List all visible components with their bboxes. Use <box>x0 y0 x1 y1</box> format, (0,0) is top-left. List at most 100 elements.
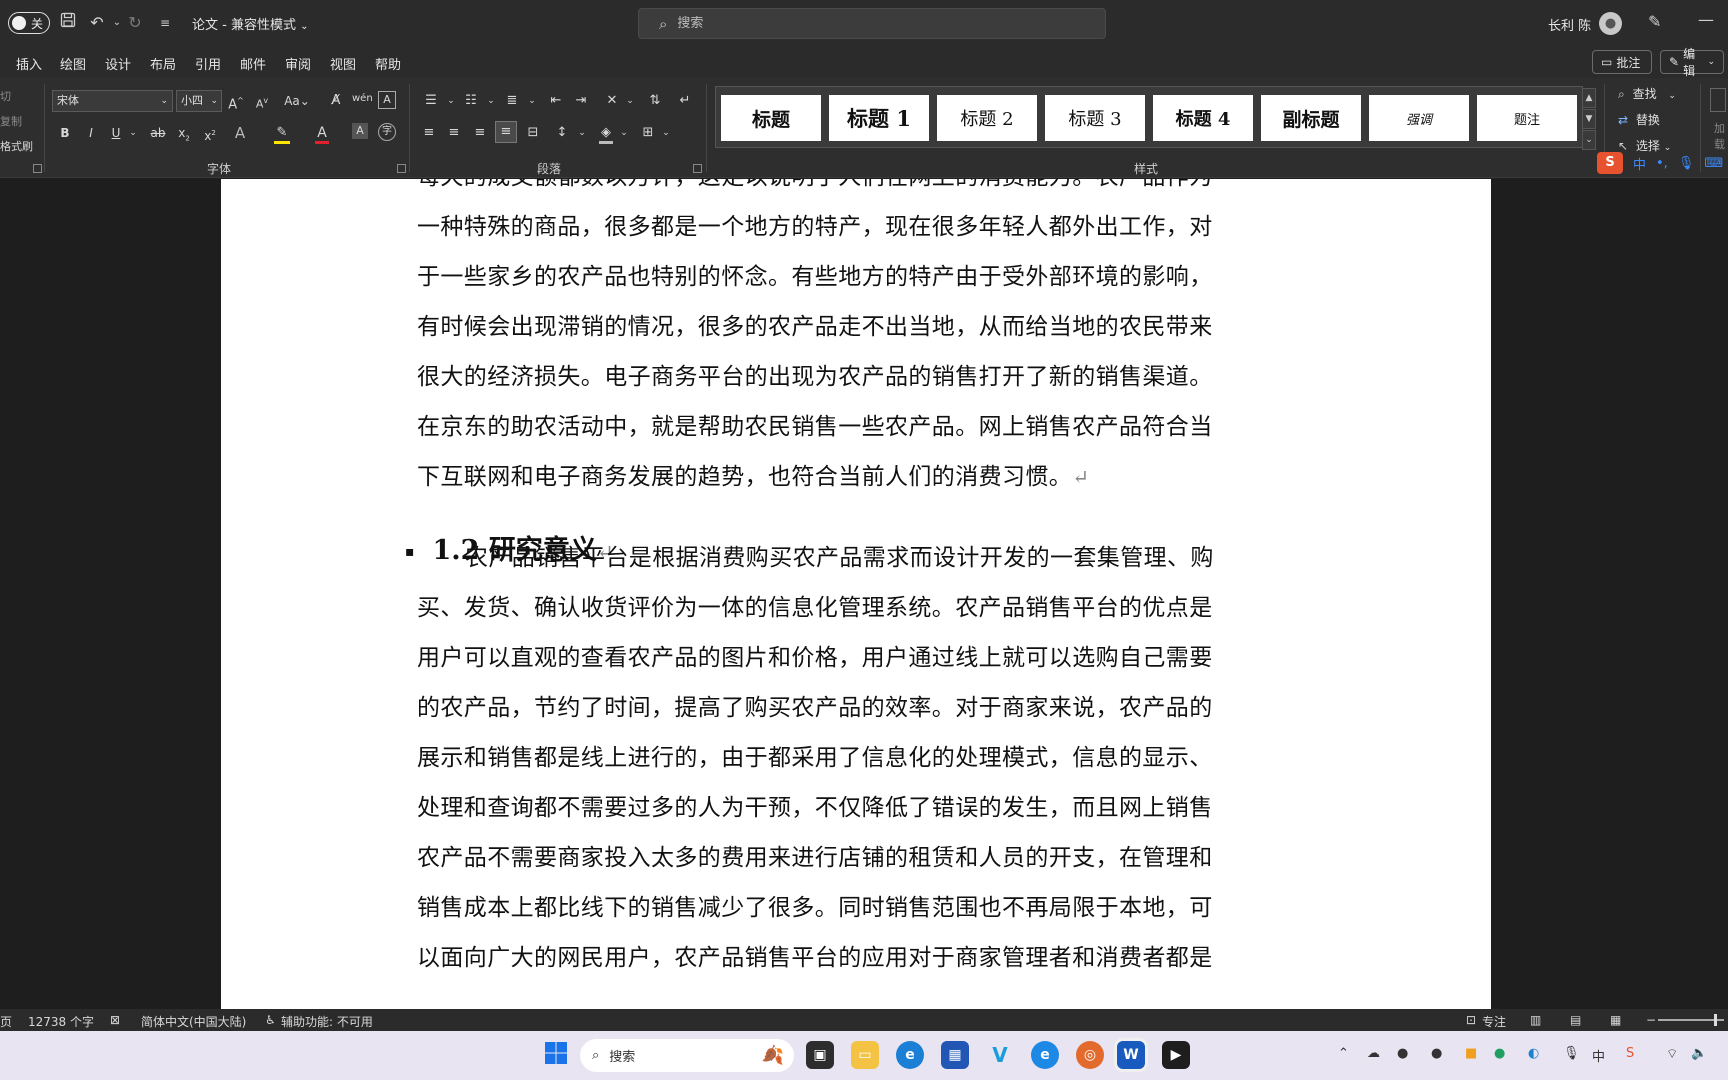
align-right-icon[interactable]: ≡ <box>470 123 490 143</box>
chevron-down-icon[interactable]: ⌄ <box>441 91 461 111</box>
format-painter-button[interactable]: 格式刷 <box>0 138 33 154</box>
highlight-icon[interactable]: ✎ <box>272 123 292 144</box>
italic-icon[interactable]: I <box>81 123 101 143</box>
tab-draw[interactable]: 绘图 <box>60 54 86 73</box>
mic-icon[interactable]: 🎙 <box>1563 1046 1580 1061</box>
chevron-up-icon[interactable]: ⌃ <box>1338 1046 1349 1061</box>
style-title[interactable]: 标题 <box>721 95 821 141</box>
zoom-out-icon[interactable]: − <box>1646 1013 1656 1027</box>
bullets-icon[interactable]: ☰ <box>421 91 441 111</box>
enclose-characters-icon[interactable]: 字 <box>378 123 396 141</box>
proofing-icon[interactable]: ⊠ <box>110 1013 120 1027</box>
clipboard-dialog-launcher[interactable] <box>33 164 42 173</box>
minimize-icon[interactable]: — <box>1698 10 1714 29</box>
search-box[interactable]: ⌕ <box>638 8 1106 39</box>
document-page[interactable]: 每天的成交额都数以万计，这足以说明了人们在网上的消费能力。农产品作为 一种特殊的… <box>221 179 1491 1009</box>
tab-help[interactable]: 帮助 <box>375 54 401 73</box>
subscript-icon[interactable]: x2 <box>174 123 194 148</box>
taskbar-search[interactable]: ⌕ 搜索 🍂 <box>580 1039 794 1072</box>
language-indicator[interactable]: 简体中文(中国大陆) <box>141 1013 246 1030</box>
focus-mode-button[interactable]: 专注 <box>1482 1013 1506 1030</box>
document-canvas[interactable]: 每天的成交额都数以万计，这足以说明了人们在网上的消费能力。农产品作为 一种特殊的… <box>0 179 1728 1009</box>
user-name[interactable]: 长利 陈 <box>1548 15 1591 34</box>
page-indicator[interactable]: 页 <box>0 1013 12 1030</box>
style-heading-2[interactable]: 标题 2 <box>937 95 1037 141</box>
edge-icon[interactable]: e <box>896 1041 924 1069</box>
tab-view[interactable]: 视图 <box>330 54 356 73</box>
chevron-down-icon[interactable]: ⌄ <box>481 91 501 111</box>
read-mode-icon[interactable]: ▥ <box>1530 1013 1541 1027</box>
sogou-tray-icon[interactable]: S <box>1626 1046 1634 1061</box>
search-input[interactable] <box>677 16 1058 31</box>
clear-format-icon[interactable]: A̸ <box>326 91 346 111</box>
style-subtitle[interactable]: 副标题 <box>1261 95 1361 141</box>
tray-app-icon-2[interactable]: ◐ <box>1528 1046 1539 1061</box>
print-layout-icon[interactable]: ▤ <box>1570 1013 1581 1027</box>
chevron-down-icon[interactable]: ⌄ <box>620 91 640 111</box>
gallery-expand[interactable]: ⌄ <box>1582 130 1596 150</box>
align-left-icon[interactable]: ≡ <box>419 123 439 143</box>
addins-icon[interactable] <box>1710 88 1726 112</box>
avatar-icon[interactable]: ● <box>1599 12 1622 35</box>
qq-icon-2[interactable]: ● <box>1431 1046 1442 1061</box>
justify-icon[interactable]: ≡ <box>495 121 517 143</box>
style-emphasis[interactable]: 强调 <box>1369 95 1469 141</box>
video-app-icon[interactable]: ▶ <box>1162 1041 1190 1069</box>
style-heading-3[interactable]: 标题 3 <box>1045 95 1145 141</box>
chevron-down-icon[interactable]: ⌄ <box>614 123 634 143</box>
tray-app-icon[interactable]: ■ <box>1465 1046 1477 1061</box>
borders-icon[interactable]: ⊞ <box>638 123 658 143</box>
distributed-icon[interactable]: ⊟ <box>523 123 543 143</box>
align-center-icon[interactable]: ≡ <box>444 123 464 143</box>
word-count[interactable]: 12738 个字 <box>28 1013 94 1030</box>
wechat-icon[interactable]: ● <box>1494 1046 1505 1061</box>
save-icon[interactable] <box>57 12 79 34</box>
increase-indent-icon[interactable]: ⇥ <box>571 91 591 111</box>
volume-icon[interactable]: 🔈 <box>1691 1046 1707 1061</box>
style-heading-4[interactable]: 标题 4 <box>1153 95 1253 141</box>
character-shading-icon[interactable]: A <box>352 123 368 139</box>
store-icon[interactable]: ▦ <box>941 1041 969 1069</box>
onedrive-icon[interactable]: ☁ <box>1367 1046 1380 1061</box>
customize-icon[interactable]: ≡ <box>154 12 176 34</box>
tab-design[interactable]: 设计 <box>105 54 131 73</box>
gallery-scroll-down[interactable]: ▼ <box>1582 109 1596 129</box>
tab-references[interactable]: 引用 <box>195 54 221 73</box>
text-effects-icon[interactable]: A <box>230 123 250 143</box>
character-border-icon[interactable]: A <box>378 91 396 109</box>
keyboard-icon[interactable]: ⌨ <box>1704 156 1723 171</box>
windows-start-icon[interactable] <box>542 1041 570 1069</box>
line-spacing-icon[interactable]: ↕ <box>552 123 572 143</box>
zoom-slider[interactable] <box>1658 1014 1724 1026</box>
font-color-icon[interactable]: A <box>312 123 332 144</box>
tab-mailings[interactable]: 邮件 <box>240 54 266 73</box>
gallery-scroll-up[interactable]: ▲ <box>1582 88 1596 108</box>
tray-ime-mode[interactable]: 中 <box>1592 1046 1605 1065</box>
autosave-toggle[interactable]: 关 <box>8 12 50 34</box>
change-case-icon[interactable]: Aa⌄ <box>282 91 312 111</box>
document-title[interactable]: 论文 - 兼容性模式 ⌄ <box>192 14 309 33</box>
qq-icon[interactable]: ● <box>1397 1046 1408 1061</box>
chevron-down-icon[interactable]: ⌄ <box>572 123 592 143</box>
bold-icon[interactable]: B <box>55 123 75 143</box>
font-name-select[interactable]: 宋体 ⌄ <box>52 90 173 112</box>
find-button[interactable]: ⌕ 查找 ⌄ <box>1618 85 1676 102</box>
cut-button[interactable]: 切 <box>0 88 11 104</box>
edit-mode-button[interactable]: ✎ 编辑 ⌄ <box>1660 47 1724 78</box>
tab-layout[interactable]: 布局 <box>150 54 176 73</box>
ime-punctuation[interactable]: •, <box>1656 156 1668 171</box>
sogou-logo[interactable]: S <box>1597 152 1623 174</box>
asian-layout-icon[interactable]: ✕ <box>602 91 622 111</box>
wifi-icon[interactable]: ⌔ <box>1666 1046 1678 1062</box>
web-layout-icon[interactable]: ▦ <box>1610 1013 1621 1027</box>
paragraph-dialog-launcher[interactable] <box>693 164 702 173</box>
undo-icon[interactable]: ↶ <box>86 12 108 34</box>
grow-font-icon[interactable]: A^ <box>226 91 246 115</box>
numbering-icon[interactable]: ☷ <box>461 91 481 111</box>
font-size-select[interactable]: 小四 ⌄ <box>176 90 222 112</box>
sort-icon[interactable]: ⇅ <box>645 91 665 111</box>
redo-icon[interactable]: ↻ <box>124 12 146 34</box>
style-caption[interactable]: 题注 <box>1477 95 1577 141</box>
superscript-icon[interactable]: x2 <box>200 123 220 146</box>
phonetic-guide-icon[interactable]: wén <box>352 89 373 109</box>
